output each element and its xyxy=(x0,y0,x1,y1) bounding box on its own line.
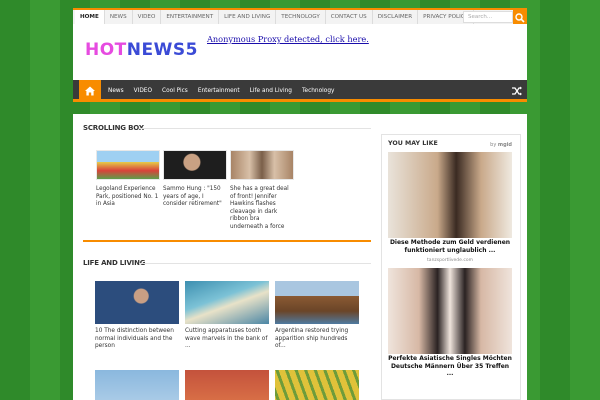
life-item-corn[interactable] xyxy=(275,370,359,400)
main-nav-video[interactable]: VIDEO xyxy=(129,80,157,102)
main-navigation: News VIDEO Cool Pics Entertainment Life … xyxy=(73,80,527,102)
ad-caption[interactable]: Diese Methode zum Geld verdienen funktio… xyxy=(388,239,512,254)
content-area: SCROLLING BOX Legoland Experience Park, … xyxy=(73,114,527,400)
thumbnail-lobster[interactable] xyxy=(185,370,269,400)
life-item-distinction[interactable]: 10 The distinction between normal indivi… xyxy=(95,281,179,351)
thumbnail-corn[interactable] xyxy=(275,370,359,400)
main-nav-cool-pics[interactable]: Cool Pics xyxy=(157,80,193,102)
main-nav-entertainment[interactable]: Entertainment xyxy=(193,80,245,102)
page-wrapper: HOME NEWS VIDEO ENTERTAINMENT LIFE AND L… xyxy=(73,0,527,400)
thumbnail-sammo-hung[interactable] xyxy=(163,150,227,180)
thumbnail-ship[interactable] xyxy=(275,281,359,324)
site-logo[interactable]: HOTNEWS5 xyxy=(85,40,198,60)
ad-image-women[interactable] xyxy=(388,268,512,354)
ad-item-money[interactable]: Diese Methode zum Geld verdienen funktio… xyxy=(388,152,512,263)
thumbnail-wave[interactable] xyxy=(185,281,269,324)
divider xyxy=(139,263,371,264)
life-item-ghost-ship[interactable]: Argentina restored trying apparition shi… xyxy=(275,281,359,351)
ad-caption[interactable]: Perfekte Asiatische Singles Möchten Deut… xyxy=(388,355,512,378)
scrolling-item-text[interactable]: She has a great deal of front! Jennifer … xyxy=(230,186,294,232)
scrolling-item-sammo-hung[interactable]: Sammo Hung : "150 years of age, I consid… xyxy=(163,150,227,209)
logo-part-hot: HOT xyxy=(85,40,127,60)
top-nav-entertainment[interactable]: ENTERTAINMENT xyxy=(161,10,220,24)
divider xyxy=(139,128,371,129)
sidebar-you-may-like: YOU MAY LIKE by mgid Diese Methode zum G… xyxy=(381,134,521,400)
thumbnail-liberty[interactable] xyxy=(95,370,179,400)
top-navigation: HOME NEWS VIDEO ENTERTAINMENT LIFE AND L… xyxy=(73,8,527,24)
you-may-like-title: YOU MAY LIKE xyxy=(388,140,438,147)
life-and-living-header: LIFE AND LIVING xyxy=(83,259,371,269)
main-nav-technology[interactable]: Technology xyxy=(297,80,339,102)
ad-image-jet[interactable] xyxy=(388,152,512,238)
ad-item-singles[interactable]: Perfekte Asiatische Singles Möchten Deut… xyxy=(388,268,512,378)
main-nav-news[interactable]: News xyxy=(103,80,129,102)
mgid-label: mgid xyxy=(497,142,512,148)
proxy-detected-link[interactable]: Anonymous Proxy detected, click here. xyxy=(207,34,369,44)
top-nav-life-and-living[interactable]: LIFE AND LIVING xyxy=(219,10,277,24)
search-button[interactable] xyxy=(513,10,527,24)
top-nav-items: HOME NEWS VIDEO ENTERTAINMENT LIFE AND L… xyxy=(75,10,474,24)
search-icon xyxy=(515,13,525,23)
home-icon xyxy=(85,86,95,96)
by-label: by xyxy=(490,142,497,148)
main-nav-life-and-living[interactable]: Life and Living xyxy=(245,80,297,102)
life-item-liberty[interactable] xyxy=(95,370,179,400)
top-nav-disclaimer[interactable]: DISCLAIMER xyxy=(373,10,419,24)
site-header: HOTNEWS5 Anonymous Proxy detected, click… xyxy=(73,24,527,80)
life-item-text[interactable]: 10 The distinction between normal indivi… xyxy=(95,328,179,351)
life-item-text[interactable]: Argentina restored trying apparition shi… xyxy=(275,328,359,351)
life-item-text[interactable]: Cutting apparatuses tooth wave marvels i… xyxy=(185,328,269,351)
top-nav-news[interactable]: NEWS xyxy=(105,10,133,24)
life-item-lobster[interactable] xyxy=(185,370,269,400)
main-nav-links: News VIDEO Cool Pics Entertainment Life … xyxy=(103,80,339,102)
search-input[interactable]: Search... xyxy=(463,11,513,23)
shuffle-icon[interactable] xyxy=(511,85,523,97)
scrolling-item-text[interactable]: Legoland Experience Park, positioned No.… xyxy=(96,186,160,209)
thumbnail-legoland[interactable] xyxy=(96,150,160,180)
scrolling-item-text[interactable]: Sammo Hung : "150 years of age, I consid… xyxy=(163,186,227,209)
home-button[interactable] xyxy=(79,80,101,102)
thumbnail-bill-gates[interactable] xyxy=(95,281,179,324)
top-nav-home[interactable]: HOME xyxy=(75,10,105,24)
logo-part-news: NEWS5 xyxy=(126,40,198,60)
section-divider xyxy=(83,240,371,242)
scrolling-box-header: SCROLLING BOX xyxy=(83,124,371,134)
life-item-tooth-wave[interactable]: Cutting apparatuses tooth wave marvels i… xyxy=(185,281,269,351)
top-nav-technology[interactable]: TECHNOLOGY xyxy=(276,10,326,24)
scrolling-item-jennifer-hawkins[interactable]: She has a great deal of front! Jennifer … xyxy=(230,150,294,232)
ad-source[interactable]: tanzsportlivede.com xyxy=(388,258,512,263)
thumbnail-jennifer-hawkins[interactable] xyxy=(230,150,294,180)
top-nav-video[interactable]: VIDEO xyxy=(133,10,162,24)
scrolling-item-legoland[interactable]: Legoland Experience Park, positioned No.… xyxy=(96,150,160,209)
top-nav-contact-us[interactable]: CONTACT US xyxy=(326,10,373,24)
mgid-brand[interactable]: by mgid xyxy=(490,142,512,148)
